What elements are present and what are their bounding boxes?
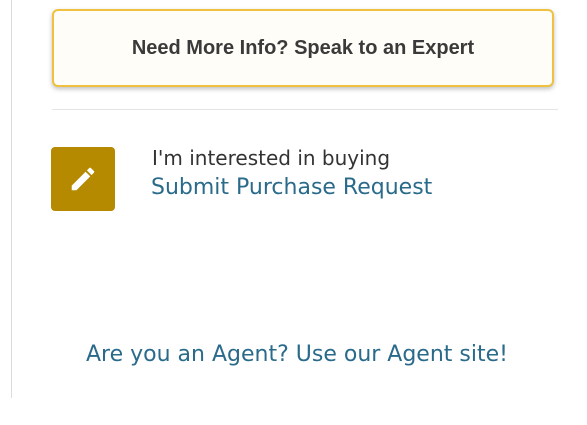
page: Need More Info? Speak to an Expert I'm i…	[0, 0, 587, 425]
section-divider	[52, 109, 558, 110]
agent-site-link[interactable]: Are you an Agent? Use our Agent site!	[86, 342, 508, 367]
submit-purchase-request-link[interactable]: Submit Purchase Request	[151, 175, 432, 200]
speak-to-expert-button[interactable]: Need More Info? Speak to an Expert	[52, 9, 554, 87]
speak-to-expert-label: Need More Info? Speak to an Expert	[131, 36, 475, 59]
left-border-rule	[11, 0, 12, 398]
purchase-request-icon-tile[interactable]	[51, 147, 115, 211]
pencil-icon	[71, 167, 95, 191]
interest-text: I'm interested in buying	[152, 146, 391, 170]
